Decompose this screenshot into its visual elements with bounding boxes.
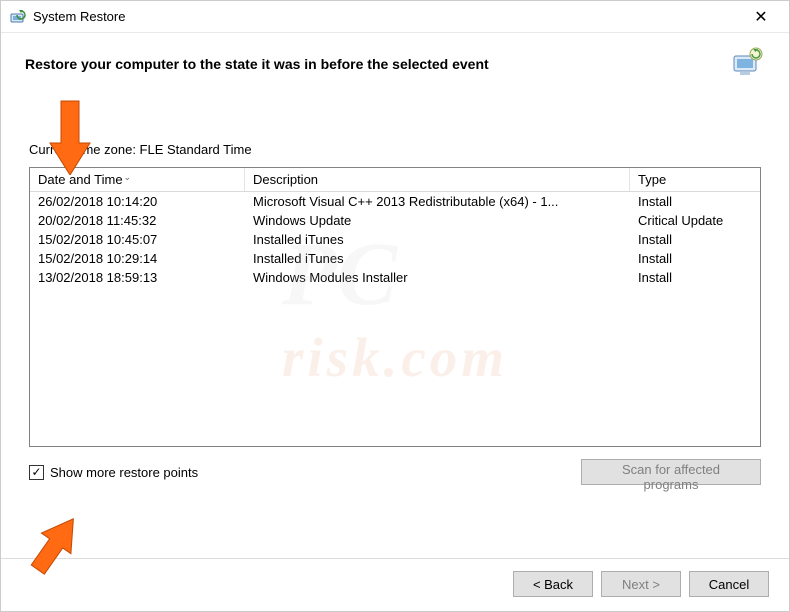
window-title: System Restore [33,9,741,24]
cell-description: Windows Update [245,212,630,229]
cell-date: 15/02/2018 10:29:14 [30,250,245,267]
annotation-arrow-bottom [19,509,91,581]
system-restore-icon [9,8,27,26]
cell-description: Installed iTunes [245,231,630,248]
titlebar: System Restore ✕ [1,1,789,33]
cell-description: Installed iTunes [245,250,630,267]
header: Restore your computer to the state it wa… [1,33,789,92]
cell-type: Install [630,250,760,267]
restore-points-list[interactable]: Date and Time⌄ Description Type 26/02/20… [29,167,761,447]
system-restore-large-icon [731,47,765,80]
table-row[interactable]: 15/02/2018 10:29:14Installed iTunesInsta… [30,249,760,268]
cell-type: Install [630,269,760,286]
cell-type: Install [630,193,760,210]
close-button[interactable]: ✕ [741,3,781,31]
table-row[interactable]: 15/02/2018 10:45:07Installed iTunesInsta… [30,230,760,249]
cell-type: Critical Update [630,212,760,229]
show-more-checkbox-label: Show more restore points [50,465,198,480]
column-header-date[interactable]: Date and Time⌄ [30,168,245,191]
page-heading: Restore your computer to the state it wa… [25,56,489,72]
scan-affected-button[interactable]: Scan for affected programs [581,459,761,485]
cell-type: Install [630,231,760,248]
checkbox-mark-icon: ✓ [29,465,44,480]
separator [1,558,789,559]
footer-buttons: < Back Next > Cancel [513,571,769,597]
content-area: Current time zone: FLE Standard Time Dat… [1,142,789,447]
table-row[interactable]: 26/02/2018 10:14:20Microsoft Visual C++ … [30,192,760,211]
column-header-description[interactable]: Description [245,168,630,191]
cell-date: 13/02/2018 18:59:13 [30,269,245,286]
column-header-description-label: Description [253,172,318,187]
sort-indicator-icon: ⌄ [124,172,132,182]
table-row[interactable]: 13/02/2018 18:59:13Windows Modules Insta… [30,268,760,287]
cell-date: 15/02/2018 10:45:07 [30,231,245,248]
show-more-checkbox[interactable]: ✓ Show more restore points [29,465,198,480]
list-rows: 26/02/2018 10:14:20Microsoft Visual C++ … [30,192,760,287]
column-header-date-label: Date and Time [38,172,123,187]
cell-description: Windows Modules Installer [245,269,630,286]
cell-date: 26/02/2018 10:14:20 [30,193,245,210]
bottom-controls: ✓ Show more restore points Scan for affe… [1,447,789,485]
back-button[interactable]: < Back [513,571,593,597]
cancel-button[interactable]: Cancel [689,571,769,597]
column-header-type-label: Type [638,172,666,187]
table-row[interactable]: 20/02/2018 11:45:32Windows UpdateCritica… [30,211,760,230]
cell-date: 20/02/2018 11:45:32 [30,212,245,229]
next-button[interactable]: Next > [601,571,681,597]
column-header-type[interactable]: Type [630,168,760,191]
cell-description: Microsoft Visual C++ 2013 Redistributabl… [245,193,630,210]
timezone-text: Current time zone: FLE Standard Time [29,142,761,157]
list-header: Date and Time⌄ Description Type [30,168,760,192]
